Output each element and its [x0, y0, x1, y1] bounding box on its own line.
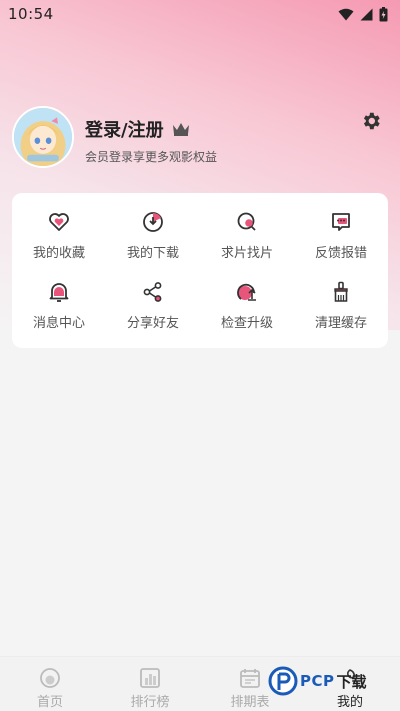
- menu-item-share[interactable]: 分享好友: [106, 271, 200, 341]
- profile-title: 登录/注册: [85, 120, 164, 141]
- pcp-watermark: PCP 下载: [268, 666, 367, 696]
- menu-label: 分享好友: [126, 315, 179, 331]
- menu-label: 检查升级: [220, 315, 273, 331]
- heart-icon: [49, 213, 69, 232]
- menu-label: 我的收藏: [32, 246, 85, 262]
- pcp-logo-icon: [268, 666, 298, 696]
- tab-home[interactable]: 首页: [0, 657, 100, 711]
- profile-subtitle: 会员登录享更多观影权益: [85, 150, 218, 164]
- wifi-icon: [338, 8, 354, 20]
- watermark-text: 下载: [336, 672, 367, 691]
- menu-label: 清理缓存: [314, 315, 367, 331]
- avatar-image: [14, 108, 72, 166]
- schedule-icon: [240, 669, 260, 688]
- status-bar: 10:54: [0, 0, 400, 28]
- login-register-link[interactable]: 登录/注册: [85, 116, 190, 142]
- menu-item-favorites[interactable]: 我的收藏: [12, 201, 106, 271]
- download-icon: [143, 212, 163, 233]
- feature-menu: 我的收藏 我的下载 求片找片 反馈报错 消息中心 分享好友 检查升级 清理缓存: [12, 193, 388, 348]
- upgrade-icon: [237, 283, 256, 301]
- menu-label: 我的下载: [126, 246, 179, 262]
- menu-item-feedback[interactable]: 反馈报错: [294, 201, 388, 271]
- tab-label: 首页: [36, 695, 63, 710]
- tab-ranking[interactable]: 排行榜: [100, 657, 200, 711]
- clean-icon: [334, 281, 348, 302]
- tab-label: 排期表: [230, 695, 270, 710]
- home-icon: [40, 668, 60, 688]
- menu-item-check-update[interactable]: 检查升级: [200, 271, 294, 341]
- battery-icon: [379, 6, 388, 21]
- menu-item-messages[interactable]: 消息中心: [12, 271, 106, 341]
- status-time: 10:54: [8, 5, 54, 23]
- avatar[interactable]: [12, 106, 74, 168]
- tab-label: 排行榜: [130, 695, 170, 710]
- feedback-icon: [332, 213, 350, 232]
- menu-item-clear-cache[interactable]: 清理缓存: [294, 271, 388, 341]
- ranking-icon: [140, 668, 160, 688]
- profile-section[interactable]: 登录/注册 会员登录享更多观影权益: [12, 106, 388, 172]
- menu-label: 消息中心: [32, 315, 85, 331]
- signal-icon: [360, 8, 373, 20]
- bell-icon: [49, 282, 69, 302]
- status-icons: [338, 6, 388, 22]
- menu-item-request-film[interactable]: 求片找片: [200, 201, 294, 271]
- search-film-icon: [237, 212, 256, 231]
- watermark-brand: PCP: [300, 672, 335, 690]
- menu-label: 反馈报错: [314, 246, 367, 262]
- gear-icon[interactable]: [360, 110, 382, 132]
- menu-label: 求片找片: [220, 246, 273, 262]
- crown-icon: [172, 123, 189, 136]
- menu-item-downloads[interactable]: 我的下载: [106, 201, 200, 271]
- share-icon: [143, 281, 162, 302]
